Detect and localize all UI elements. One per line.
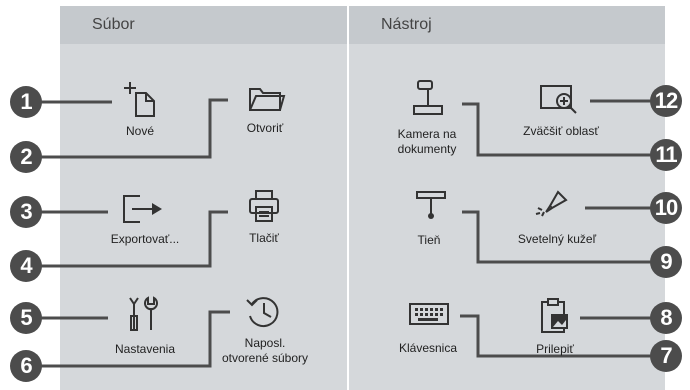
print-icon[interactable] [246,188,282,224]
camera-label: Kamera na dokumenty [398,127,457,157]
callout-badge-5: 5 [10,302,42,334]
export-icon[interactable] [120,192,168,226]
shade-label: Tieň [417,233,441,247]
settings-label: Nastavenia [114,342,176,356]
callout-badge-8: 8 [650,302,682,334]
print-label: Tlačiť [249,231,279,245]
paste-clipboard-icon[interactable] [538,296,574,336]
camera-label-line2: dokumenty [397,142,457,156]
keyboard-icon[interactable] [408,302,452,328]
paste-label: Prilepiť [536,342,574,356]
zoom-area-label: Zväčšiť oblasť [523,124,599,138]
camera-label-line1: Kamera na [397,127,457,141]
new-label: Nové [125,124,155,138]
open-folder-icon[interactable] [246,84,286,114]
callout-badge-12: 12 [650,85,682,117]
callout-badge-1: 1 [10,86,42,118]
spotlight-icon[interactable] [532,186,572,226]
document-camera-icon[interactable] [410,78,446,120]
callout-lines [28,98,665,368]
callout-badge-6: 6 [10,350,42,382]
callout-badge-11: 11 [650,139,682,171]
shade-icon[interactable] [414,188,448,222]
recent-history-icon[interactable] [244,292,284,332]
callout-badge-7: 7 [650,340,682,372]
keyboard-label: Klávesnica [398,341,458,355]
settings-tools-icon[interactable] [124,294,160,334]
callout-badge-3: 3 [10,196,42,228]
callout-badge-4: 4 [10,250,42,282]
callout-badge-10: 10 [650,192,682,224]
spotlight-label: Svetelný kužeľ [517,232,597,246]
recent-label-line2: otvorené súbory [221,351,309,365]
new-file-icon[interactable] [122,80,162,120]
callout-badge-2: 2 [10,141,42,173]
zoom-area-icon[interactable] [538,82,580,116]
recent-label-line1: Naposl. [244,336,286,350]
recent-files-label: Naposl. otvorené súbory [222,336,308,366]
export-label: Exportovať... [110,232,180,246]
open-label: Otvoriť [246,121,284,135]
callout-badge-9: 9 [650,246,682,278]
